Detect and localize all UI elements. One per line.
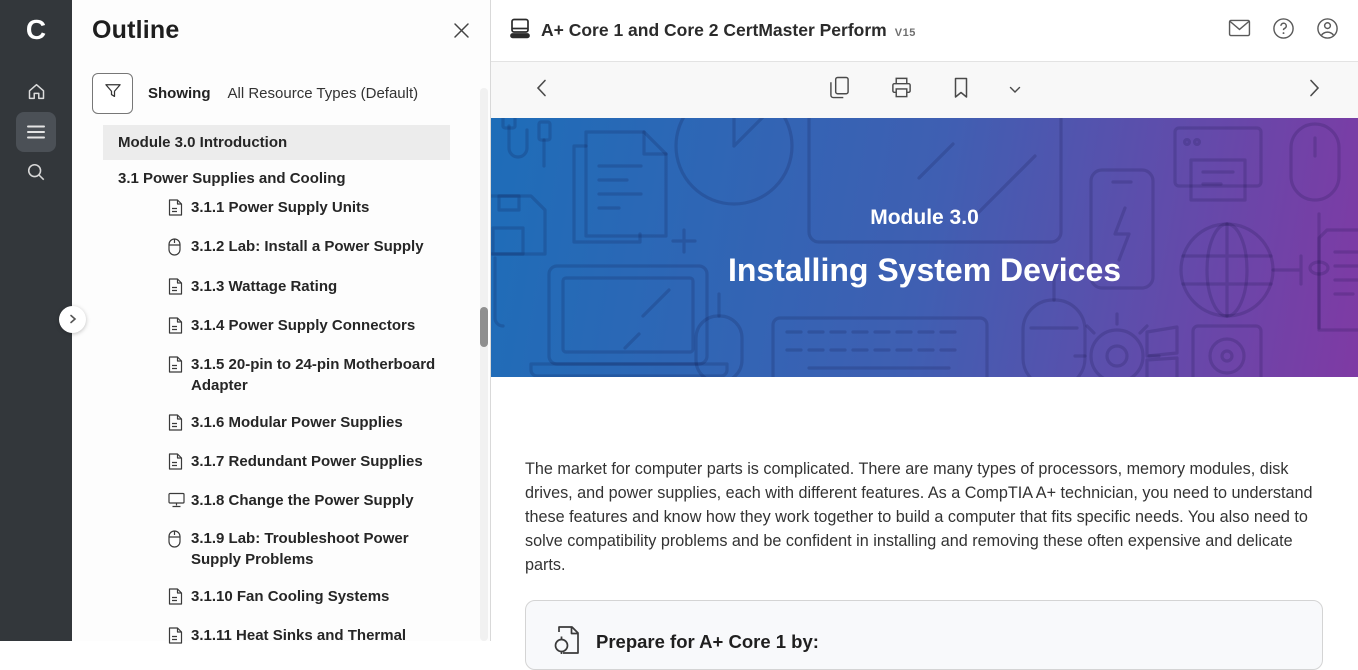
banner-title: Installing System Devices	[728, 252, 1121, 289]
mouse-icon	[168, 530, 184, 552]
mail-icon	[1228, 19, 1251, 42]
outline-item[interactable]: 3.1 Power Supplies and Cooling	[103, 161, 450, 196]
outline-item[interactable]: 3.1.6 Modular Power Supplies	[168, 412, 450, 435]
mouse-icon	[168, 238, 184, 260]
document-icon	[168, 199, 184, 220]
prepare-card: Prepare for A+ Core 1 by:	[525, 600, 1323, 670]
outline-item[interactable]: 3.1.3 Wattage Rating	[168, 276, 450, 299]
close-outline-button[interactable]	[453, 22, 470, 44]
bookmark-icon	[953, 77, 969, 104]
document-icon	[168, 627, 184, 648]
outline-item-label: 3.1.1 Power Supply Units	[191, 197, 369, 218]
course-title: A+ Core 1 and Core 2 CertMaster Perform	[541, 20, 887, 41]
filter-button[interactable]	[92, 73, 133, 114]
course-version-badge: V15	[895, 27, 916, 39]
module-banner: Module 3.0 Installing System Devices	[491, 118, 1358, 377]
course-header: A+ Core 1 and Core 2 CertMaster Perform …	[491, 0, 1358, 62]
chevron-right-icon	[68, 311, 78, 329]
monitor-icon	[168, 492, 184, 512]
chevron-down-icon	[1009, 81, 1021, 99]
outline-list: Module 3.0 Introduction 3.1 Power Supplie…	[103, 125, 450, 648]
outline-item[interactable]: 3.1.5 20-pin to 24-pin Motherboard Adapt…	[168, 354, 450, 396]
document-icon	[168, 356, 184, 377]
print-icon	[890, 76, 913, 104]
outline-item-label: 3.1.10 Fan Cooling Systems	[191, 586, 389, 607]
messages-button[interactable]	[1226, 18, 1252, 44]
search-button[interactable]	[16, 152, 56, 192]
chevron-left-icon	[536, 79, 547, 102]
outline-item-label: 3.1.5 20-pin to 24-pin Motherboard Adapt…	[191, 354, 436, 396]
lesson-content: The market for computer parts is complic…	[491, 377, 1358, 670]
print-button[interactable]	[890, 76, 913, 104]
outline-item[interactable]: Module 3.0 Introduction	[103, 125, 450, 160]
help-button[interactable]	[1270, 18, 1296, 44]
outline-item-label: 3.1.2 Lab: Install a Power Supply	[191, 236, 424, 257]
outline-scrollbar-thumb[interactable]	[480, 307, 488, 347]
outline-item[interactable]: 3.1.11 Heat Sinks and Thermal	[168, 625, 450, 648]
document-icon	[168, 317, 184, 338]
banner-module-label: Module 3.0	[870, 206, 979, 230]
outline-item[interactable]: 3.1.10 Fan Cooling Systems	[168, 586, 450, 609]
outline-item[interactable]: 3.1.7 Redundant Power Supplies	[168, 451, 450, 474]
filter-showing-label: Showing	[148, 85, 211, 102]
outline-item-label: 3.1.7 Redundant Power Supplies	[191, 451, 423, 472]
copy-icon	[829, 76, 850, 105]
account-button[interactable]	[1314, 18, 1340, 44]
outline-item-label: 3.1.4 Power Supply Connectors	[191, 315, 415, 336]
course-book-icon	[508, 17, 532, 45]
content-toolbar	[491, 62, 1358, 118]
outline-toggle-button[interactable]	[16, 112, 56, 152]
outline-item-label: 3.1.11 Heat Sinks and Thermal	[191, 625, 406, 646]
copy-button[interactable]	[829, 76, 850, 105]
previous-page-button[interactable]	[536, 79, 547, 102]
outline-item[interactable]: 3.1.9 Lab: Troubleshoot Power Supply Pro…	[168, 528, 450, 570]
home-button[interactable]	[16, 71, 56, 111]
outline-panel-title: Outline	[92, 16, 180, 45]
help-icon	[1272, 17, 1295, 45]
filter-funnel-icon	[103, 81, 123, 106]
outline-scrollbar-track	[480, 88, 488, 641]
document-icon	[168, 453, 184, 474]
document-icon	[168, 278, 184, 299]
outline-item-label: 3.1.6 Modular Power Supplies	[191, 412, 403, 433]
menu-icon	[27, 124, 45, 140]
outline-item-label: 3.1 Power Supplies and Cooling	[118, 168, 346, 189]
document-icon	[168, 414, 184, 435]
review-document-icon	[553, 624, 583, 661]
outline-item-label: 3.1.3 Wattage Rating	[191, 276, 337, 297]
search-icon	[26, 162, 46, 182]
account-icon	[1316, 17, 1339, 45]
home-icon	[26, 81, 47, 102]
outline-item-label: 3.1.8 Change the Power Supply	[191, 490, 414, 511]
brand-logo: C	[0, 10, 72, 50]
outline-item[interactable]: 3.1.8 Change the Power Supply	[168, 490, 450, 512]
bookmark-menu-button[interactable]	[1009, 81, 1021, 99]
prepare-heading: Prepare for A+ Core 1 by:	[596, 631, 819, 653]
panel-collapse-button[interactable]	[59, 306, 86, 333]
outline-item[interactable]: 3.1.1 Power Supply Units	[168, 197, 450, 220]
outline-item-label: Module 3.0 Introduction	[118, 132, 287, 153]
intro-paragraph: The market for computer parts is complic…	[525, 457, 1317, 577]
main-area: A+ Core 1 and Core 2 CertMaster Perform …	[491, 0, 1358, 641]
next-page-button[interactable]	[1309, 79, 1320, 102]
filter-value: All Resource Types (Default)	[228, 85, 419, 102]
document-icon	[168, 588, 184, 609]
outline-item-label: 3.1.9 Lab: Troubleshoot Power Supply Pro…	[191, 528, 436, 570]
close-icon	[453, 26, 470, 43]
outline-panel: Outline Showing All Resource Types (Defa…	[72, 0, 491, 641]
outline-item[interactable]: 3.1.2 Lab: Install a Power Supply	[168, 236, 450, 260]
chevron-right-icon	[1309, 79, 1320, 102]
outline-item[interactable]: 3.1.4 Power Supply Connectors	[168, 315, 450, 338]
bookmark-button[interactable]	[953, 77, 969, 104]
